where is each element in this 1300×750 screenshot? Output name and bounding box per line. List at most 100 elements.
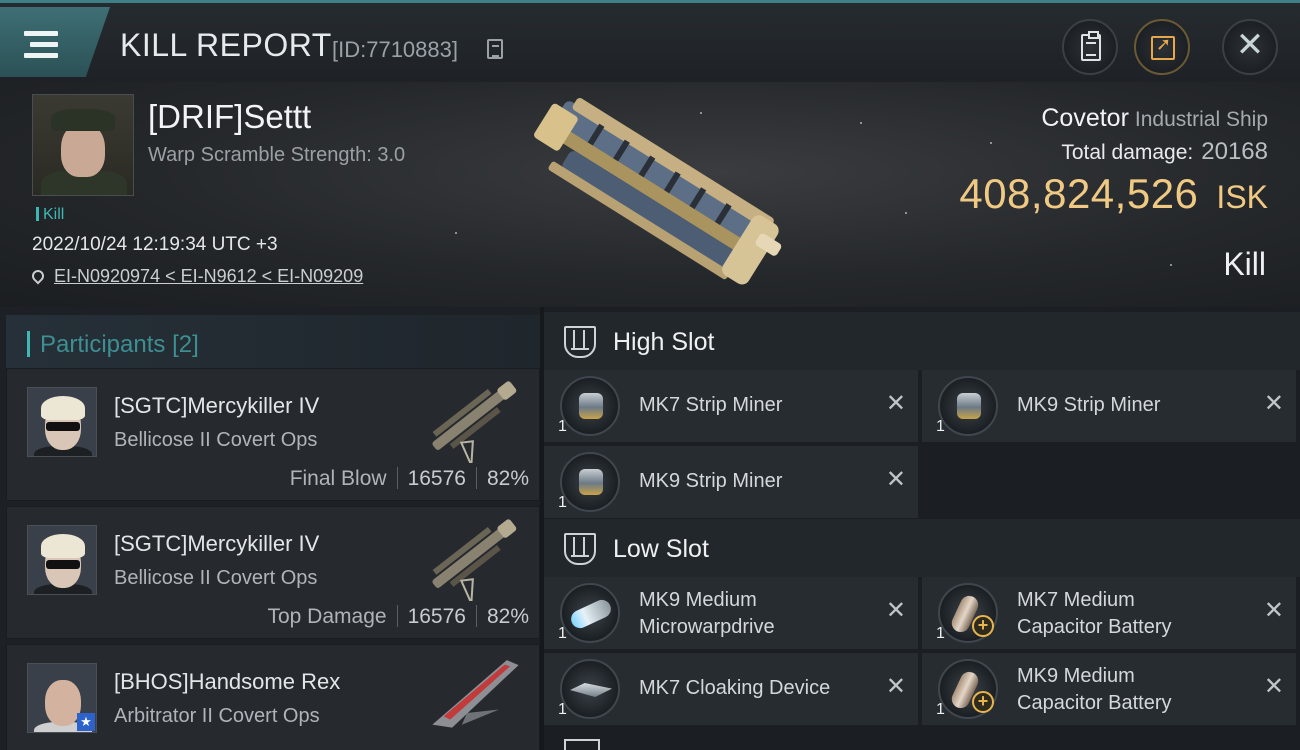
victim-name[interactable]: [DRIF]Settt [148,98,311,136]
top-bar: KILL REPORT [ID:7710883] ✕ [0,0,1300,82]
strip-miner-icon [560,376,620,436]
participant-ship-icon [432,660,519,728]
star [1170,264,1172,266]
participants-label: Participants [40,331,166,358]
participant-card[interactable]: ★ [BHOS]Handsome Rex Arbitrator II Cover… [6,644,540,750]
participant-card[interactable]: [SGTC]Mercykiller IV Bellicose II Covert… [6,368,540,501]
module-quantity: 1 [558,625,567,642]
participant-damage: 16576 [407,467,466,490]
victim-ship-image [534,98,782,285]
cloaking-device-icon [560,659,620,719]
module-quantity: 1 [558,494,567,511]
microwarpdrive-icon [560,583,620,643]
location-link[interactable]: EI-N0920974 < EI-N9612 < EI-N09209 [54,266,363,286]
low-slot-title: Low Slot [613,535,709,563]
strip-miner-icon [938,376,998,436]
slot-icon [564,533,596,565]
participant-ship-icon [432,519,517,601]
location[interactable]: EI-N0920974 < EI-N9612 < EI-N09209 [29,266,363,287]
module-item[interactable]: + 1 MK9 Medium Capacitor Battery ✕ [922,653,1296,725]
low-slot-header: Low Slot [544,519,1300,577]
module-quantity: 1 [558,701,567,718]
star [455,232,457,234]
module-item[interactable]: 1 MK9 Strip Miner ✕ [922,370,1296,442]
participant-card[interactable]: [SGTC]Mercykiller IV Bellicose II Covert… [6,506,540,639]
menu-tab [0,7,110,77]
participant-avatar[interactable] [27,525,97,595]
close-button[interactable]: ✕ [1222,19,1278,75]
fitting-panel: High Slot 1 MK7 Strip Miner ✕ 1 MK9 Stri… [544,307,1300,750]
module-name: MK7 Cloaking Device [639,677,831,699]
participant-ship: Arbitrator II Covert Ops [114,705,320,727]
share-icon [1151,34,1175,60]
destroyed-icon: ✕ [885,466,906,493]
isk-value: 408,824,526 [959,170,1199,217]
participant-avatar[interactable]: ★ [27,663,97,733]
module-name-line1: MK9 Medium [639,589,757,611]
participant-role: Final Blow [289,467,387,490]
slot-icon [564,326,596,358]
clipboard-icon [1081,31,1101,61]
module-name-line2: Microwarpdrive [639,616,775,638]
module-quantity: 1 [936,701,945,718]
destroyed-icon: ✕ [1263,673,1284,700]
total-damage: Total damage: 20168 [1061,138,1268,166]
module-name: MK9 Medium Microwarpdrive [639,587,879,641]
isk-loss: 408,824,526 ISK [959,170,1268,218]
warp-scramble-strength: Warp Scramble Strength: 3.0 [148,144,406,166]
clipboard-button[interactable] [1062,19,1118,75]
module-item[interactable]: 1 MK7 Cloaking Device ✕ [544,653,918,725]
destroyed-icon: ✕ [885,673,906,700]
high-slot-header: High Slot [544,312,1300,370]
participant-role: Top Damage [267,605,387,628]
participant-name[interactable]: [SGTC]Mercykiller IV [114,531,319,557]
star [990,142,992,144]
participant-name[interactable]: [BHOS]Handsome Rex [114,669,340,695]
module-name: MK9 Medium Capacitor Battery [1017,663,1257,717]
destroyed-icon: ✕ [885,597,906,624]
timestamp: 2022/10/24 12:19:34 UTC +3 [32,234,278,255]
share-button[interactable] [1134,19,1190,75]
participant-avatar[interactable] [27,387,97,457]
ship-class: Industrial Ship [1134,108,1268,131]
module-name-line2: Capacitor Battery [1017,692,1172,714]
participant-ship: Bellicose II Covert Ops [114,429,318,451]
module-item[interactable]: + 1 MK7 Medium Capacitor Battery ✕ [922,577,1296,649]
victim-avatar[interactable] [32,94,134,196]
slot-icon [564,739,600,750]
star [860,122,862,124]
participant-damage: 16576 [407,605,466,628]
capacitor-battery-icon: + [938,659,998,719]
total-damage-label: Total damage: [1061,141,1194,164]
capacitor-battery-icon: + [938,583,998,643]
participant-percent: 82% [486,605,529,628]
victim-panel: [DRIF]Settt Warp Scramble Strength: 3.0 … [0,82,1300,307]
menu-icon[interactable] [20,29,64,63]
module-item[interactable]: 1 MK7 Strip Miner ✕ [544,370,918,442]
report-id: [ID:7710883] [332,37,458,62]
participants-header: Participants [2] [6,315,540,370]
module-quantity: 1 [936,625,945,642]
close-icon: ✕ [1235,26,1265,64]
module-name: MK9 Strip Miner [1017,394,1161,416]
participant-ship-icon [432,381,517,463]
ship-name[interactable]: Covetor [1041,104,1129,132]
module-quantity: 1 [936,418,945,435]
destroyed-icon: ✕ [1263,597,1284,624]
destroyed-icon: ✕ [1263,390,1284,417]
participants-count: [2] [172,331,199,358]
module-item[interactable]: 1 MK9 Strip Miner ✕ [544,446,918,518]
isk-unit: ISK [1216,179,1268,215]
module-item[interactable]: 1 MK9 Medium Microwarpdrive ✕ [544,577,918,649]
module-name: MK7 Medium Capacitor Battery [1017,587,1257,641]
location-pin-icon [29,267,47,285]
copy-icon[interactable] [487,39,503,59]
participant-name[interactable]: [SGTC]Mercykiller IV [114,393,319,419]
participant-stats: Final Blow 16576 82% [290,467,529,491]
participants-title: Participants [2] [40,331,199,359]
page-title: KILL REPORT [120,27,332,63]
participant-percent: 82% [486,467,529,490]
ship-name-line: Covetor Industrial Ship [1041,104,1268,133]
module-name-line1: MK9 Medium [1017,665,1135,687]
destroyed-icon: ✕ [885,390,906,417]
